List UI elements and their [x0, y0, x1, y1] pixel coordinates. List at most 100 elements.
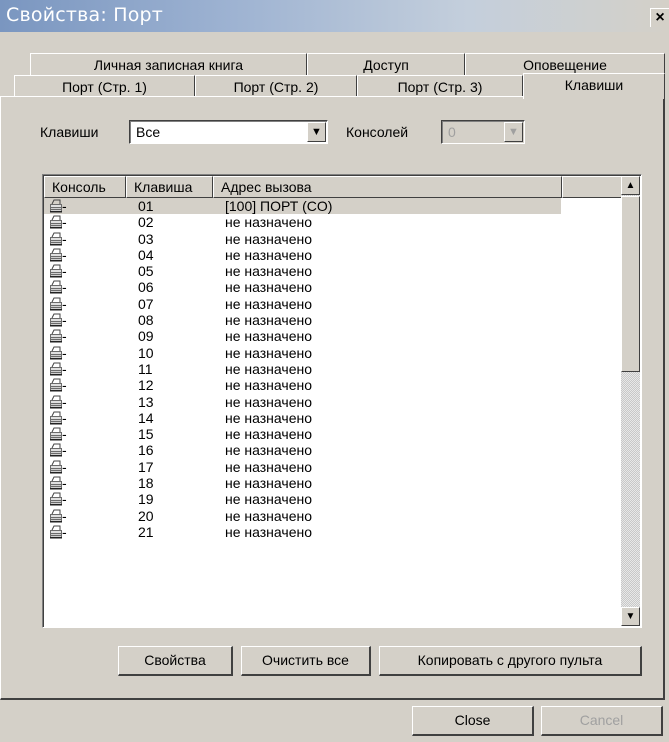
clear-all-button[interactable]: Очистить все [241, 646, 371, 676]
scrollbar-thumb[interactable] [621, 196, 640, 372]
cell-key: 16 [138, 442, 154, 459]
cell-key: 20 [138, 507, 154, 524]
cell-console: - [62, 263, 67, 280]
cell-address: не назначено [225, 263, 312, 280]
close-window-button[interactable]: × [650, 8, 669, 27]
cell-console: - [62, 377, 67, 394]
cell-key: 08 [138, 312, 154, 329]
table-row[interactable]: - 08 не назначено [44, 312, 622, 328]
table-row[interactable]: - 15 не назначено [44, 426, 622, 442]
dropdown-arrow-icon[interactable]: ▼ [307, 122, 326, 142]
table-row[interactable]: - 02 не назначено [44, 214, 622, 230]
table-row[interactable]: - 13 не назначено [44, 394, 622, 410]
table-row[interactable]: - 21 не назначено [44, 524, 622, 540]
tab-address-book[interactable]: Личная записная книга [30, 53, 307, 75]
cell-address: не назначено [225, 279, 312, 296]
vertical-scrollbar[interactable]: ▲ ▼ [621, 176, 640, 626]
table-row[interactable]: - 12 не назначено [44, 377, 622, 393]
table-row[interactable]: - 05 не назначено [44, 263, 622, 279]
table-row[interactable]: - 03 не назначено [44, 231, 622, 247]
console-keypad-icon [49, 280, 63, 294]
table-row[interactable]: - 20 не назначено [44, 508, 622, 524]
tab-port-page1[interactable]: Порт (Стр. 1) [14, 75, 195, 97]
cell-console: - [62, 475, 67, 492]
console-keypad-icon [49, 232, 63, 246]
consoles-value: 0 [448, 124, 456, 140]
table-row[interactable]: - 16 не назначено [44, 442, 622, 458]
properties-button[interactable]: Свойства [118, 646, 233, 676]
tab-access[interactable]: Доступ [307, 53, 465, 75]
cell-address: не назначено [225, 246, 312, 263]
cell-console: - [62, 295, 67, 312]
console-keypad-icon [49, 215, 63, 229]
table-row[interactable]: - 19 не назначено [44, 491, 622, 507]
cell-key: 03 [138, 230, 154, 247]
cell-console: - [62, 426, 67, 443]
cell-address: не назначено [225, 312, 312, 329]
cell-console: - [62, 230, 67, 247]
keys-filter-select[interactable]: Все ▼ [129, 120, 328, 144]
cell-console: - [62, 279, 67, 296]
cell-key: 06 [138, 279, 154, 296]
cell-console: - [62, 312, 67, 329]
cell-address: не назначено [225, 214, 312, 231]
column-header-console[interactable]: Консоль [44, 176, 126, 198]
table-row[interactable]: - 07 не назначено [44, 296, 622, 312]
scroll-up-arrow-icon[interactable]: ▲ [621, 176, 640, 195]
cell-address: [100] ПОРТ (CO) [225, 198, 333, 214]
cell-console: - [62, 246, 67, 263]
cell-address: не назначено [225, 426, 312, 443]
cell-key: 15 [138, 426, 154, 443]
scroll-down-arrow-icon[interactable]: ▼ [621, 607, 640, 626]
close-button[interactable]: Close [412, 706, 534, 736]
cell-key: 12 [138, 377, 154, 394]
cell-console: - [62, 360, 67, 377]
cell-key: 07 [138, 295, 154, 312]
cell-console: - [62, 409, 67, 426]
cell-console: - [62, 523, 67, 540]
cell-address: не назначено [225, 393, 312, 410]
cell-key: 14 [138, 409, 154, 426]
cell-address: не назначено [225, 491, 312, 508]
console-keypad-icon [49, 395, 63, 409]
table-row[interactable]: - 18 не назначено [44, 475, 622, 491]
console-keypad-icon [49, 476, 63, 490]
tab-notification[interactable]: Оповещение [465, 53, 665, 75]
table-row[interactable]: - 06 не назначено [44, 279, 622, 295]
console-keypad-icon [49, 346, 63, 360]
table-row[interactable]: - 09 не назначено [44, 328, 622, 344]
cell-console: - [62, 491, 67, 508]
keys-filter-label: Клавиши [40, 124, 99, 140]
cell-console: - [62, 442, 67, 459]
cell-console: - [62, 328, 67, 345]
console-keypad-icon [49, 509, 63, 523]
column-header-address[interactable]: Адрес вызова [213, 176, 562, 198]
table-row[interactable]: - 10 не назначено [44, 345, 622, 361]
console-keypad-icon [49, 362, 63, 376]
keys-list-view[interactable]: Консоль Клавиша Адрес вызова - 01 [100] ПО… [42, 174, 642, 628]
cell-address: не назначено [225, 328, 312, 345]
column-header-key[interactable]: Клавиша [126, 176, 213, 198]
cell-key: 13 [138, 393, 154, 410]
keys-filter-value: Все [136, 124, 161, 140]
copy-from-console-button[interactable]: Копировать с другого пульта [379, 646, 642, 676]
column-header-spacer [562, 176, 622, 198]
cell-console: - [62, 393, 67, 410]
consoles-label: Консолей [346, 124, 409, 140]
tab-row-back: Личная записная книга Доступ Оповещение [0, 53, 669, 75]
cell-console: - [62, 214, 67, 231]
tab-keys[interactable]: Клавиши [523, 73, 665, 99]
console-keypad-icon [49, 329, 63, 343]
cell-key: 17 [138, 458, 154, 475]
table-row[interactable]: - 17 не назначено [44, 459, 622, 475]
tab-port-page2[interactable]: Порт (Стр. 2) [195, 75, 357, 97]
cell-key: 05 [138, 263, 154, 280]
table-row[interactable]: - 04 не назначено [44, 247, 622, 263]
console-keypad-icon [49, 443, 63, 457]
table-row[interactable]: - 01 [100] ПОРТ (CO) [44, 198, 561, 215]
table-row[interactable]: - 11 не назначено [44, 361, 622, 377]
tab-port-page3[interactable]: Порт (Стр. 3) [357, 75, 523, 97]
cell-address: не назначено [225, 230, 312, 247]
table-row[interactable]: - 14 не назначено [44, 410, 622, 426]
console-keypad-icon [49, 525, 63, 539]
